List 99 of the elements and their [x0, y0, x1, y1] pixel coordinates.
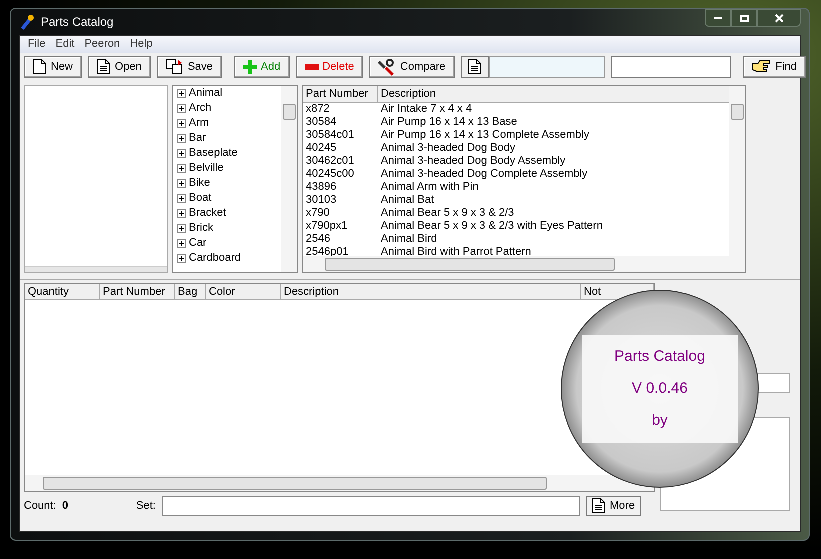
expand-icon[interactable] [177, 239, 186, 248]
expand-icon[interactable] [177, 119, 186, 128]
splash-version: V 0.0.46 [632, 378, 688, 399]
menu-item[interactable]: File [23, 36, 51, 53]
tools-icon [378, 58, 396, 76]
save-icon [166, 59, 184, 75]
table-cell-text: Animal 3-headed Dog Body [380, 142, 517, 155]
tree-item[interactable]: Cardboard [189, 250, 241, 267]
count-value: 0 [62, 498, 70, 514]
tree-item[interactable]: Car [189, 235, 207, 252]
horizontal-scrollbar[interactable] [25, 266, 167, 272]
column-header[interactable]: Description [281, 284, 581, 299]
column-header[interactable]: Part Number [100, 284, 175, 299]
new-button[interactable]: New [24, 56, 82, 78]
horizontal-scrollbar[interactable] [25, 475, 654, 491]
column-header[interactable]: Part Number [303, 86, 378, 102]
horizontal-scrollbar[interactable] [303, 256, 745, 272]
table-cell-text: Air Pump 16 x 14 x 13 Base [380, 116, 518, 129]
table-cell-text: x790px1 [305, 220, 349, 233]
more-button[interactable]: More [586, 496, 642, 516]
table-cell-text: Animal Bird with Parrot Pattern [380, 246, 532, 259]
table-cell-text: 30103 [305, 194, 338, 207]
open-button[interactable]: Open [88, 56, 151, 78]
expand-icon[interactable] [177, 134, 186, 143]
vertical-scrollbar[interactable] [729, 86, 745, 256]
table-cell-text: 30584 [305, 116, 338, 129]
menu-item[interactable]: Peeron [80, 36, 126, 53]
table-cell-text: x872 [305, 103, 331, 116]
column-header[interactable]: Description [378, 86, 729, 102]
table-cell-text: Animal Bear 5 x 9 x 3 & 2/3 with Eyes Pattern [380, 220, 604, 233]
tree-item[interactable]: Belville [189, 160, 224, 177]
table-cell-text: Animal Bat [380, 194, 436, 207]
table-cell-text: 2546 [305, 233, 332, 246]
minus-icon [304, 64, 319, 70]
table-cell-text: 43896 [305, 181, 338, 194]
table-cell-text: 30584c01 [305, 129, 356, 142]
expand-icon[interactable] [177, 164, 186, 173]
document-icon [592, 498, 606, 514]
document-icon [97, 59, 112, 75]
table-cell-text: Animal Arm with Pin [380, 181, 480, 194]
compare-button[interactable]: Compare [369, 56, 455, 78]
table-cell-text: x790 [305, 207, 331, 220]
expand-icon[interactable] [177, 209, 186, 218]
count-label: Count: [24, 498, 56, 514]
column-header[interactable]: Bag [175, 284, 206, 299]
pointing-hand-icon [752, 60, 772, 74]
tree-item[interactable]: Bike [189, 175, 210, 192]
table-cell-text: 30462c01 [305, 155, 356, 168]
close-button[interactable] [757, 9, 801, 27]
set-label: Set: [136, 498, 156, 514]
table-cell-text: 2546p01 [305, 246, 350, 259]
table-cell-text: 40245c00 [305, 168, 356, 181]
column-header[interactable]: Quantity [25, 284, 100, 299]
tree-item[interactable]: Baseplate [189, 145, 238, 162]
column-header[interactable]: Color [206, 284, 281, 299]
document-icon [33, 59, 47, 75]
expand-icon[interactable] [177, 224, 186, 233]
app-logo-icon [19, 14, 35, 30]
splash-byline: by [652, 410, 668, 431]
expand-icon[interactable] [177, 179, 186, 188]
table-cell-text: Animal Bear 5 x 9 x 3 & 2/3 [380, 207, 516, 220]
tree-item[interactable]: Bracket [189, 205, 226, 222]
expand-icon[interactable] [177, 194, 186, 203]
search-field[interactable] [488, 56, 605, 78]
plus-icon [243, 60, 258, 74]
tree-item[interactable]: Arm [189, 115, 210, 132]
table-cell-text: Air Intake 7 x 4 x 4 [380, 103, 474, 116]
save-button[interactable]: Save [156, 56, 222, 78]
find-button[interactable]: Find [742, 56, 806, 78]
print-button[interactable] [460, 56, 489, 78]
close-icon [774, 14, 784, 22]
maximize-button[interactable] [731, 9, 757, 27]
window-title: Parts Catalog [41, 14, 114, 31]
maximize-icon [740, 14, 748, 22]
minimize-icon [714, 17, 722, 19]
expand-icon[interactable] [177, 149, 186, 158]
table-cell-text: Air Pump 16 x 14 x 13 Complete Assembly [380, 129, 590, 142]
tree-item[interactable]: Arch [189, 100, 212, 117]
delete-button[interactable]: Delete [296, 56, 364, 78]
menu-item[interactable]: Help [125, 36, 158, 53]
expand-icon[interactable] [177, 104, 186, 113]
expand-icon[interactable] [177, 254, 186, 263]
vertical-scrollbar[interactable] [281, 86, 297, 272]
tree-item[interactable]: Animal [189, 85, 223, 102]
table-cell-text: Animal 3-headed Dog Complete Assembly [380, 168, 589, 181]
splash-title: Parts Catalog [614, 346, 706, 367]
add-button[interactable]: Add [234, 56, 290, 78]
tree-item[interactable]: Bar [189, 130, 206, 147]
set-field[interactable] [162, 496, 580, 516]
menu-item[interactable]: Edit [50, 36, 80, 53]
tree-item[interactable]: Brick [189, 220, 214, 237]
table-cell-text: Animal 3-headed Dog Body Assembly [380, 155, 567, 168]
text-field[interactable] [610, 56, 731, 78]
document-icon [468, 59, 482, 75]
tree-item[interactable]: Boat [189, 190, 212, 207]
minimize-button[interactable] [705, 9, 731, 27]
table-cell-text: 40245 [305, 142, 338, 155]
table-cell-text: Animal Bird [380, 233, 438, 246]
expand-icon[interactable] [177, 89, 186, 98]
